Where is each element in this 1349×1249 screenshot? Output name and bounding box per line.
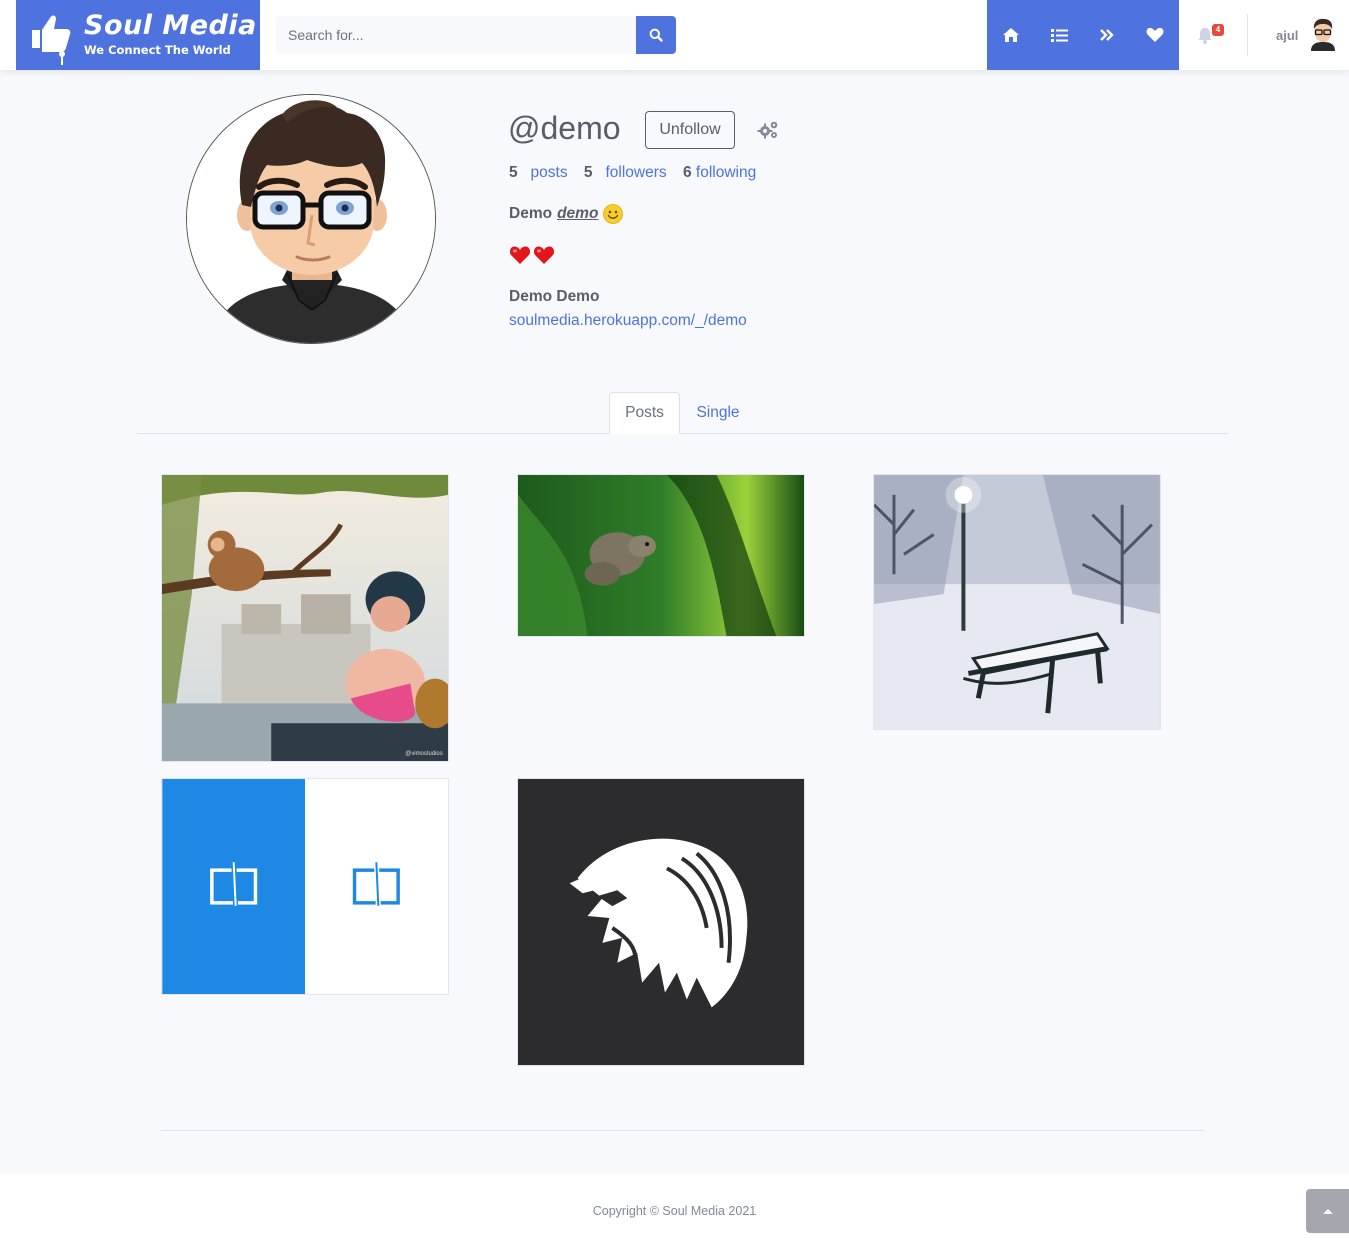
heart-emoji-icon	[509, 246, 531, 264]
heart-emoji-icon	[533, 246, 555, 264]
notifications-button[interactable]: 4	[1193, 22, 1224, 50]
following-link[interactable]: following	[696, 164, 756, 181]
bell-icon	[1198, 28, 1212, 44]
nav-explore[interactable]	[1083, 0, 1131, 70]
copyright-text: Copyright © Soul Media 2021	[592, 1204, 757, 1218]
bio-handle: demo	[557, 205, 599, 222]
post-image-snowy-park	[874, 475, 1160, 729]
list-icon	[1050, 28, 1068, 42]
stat-followers[interactable]: 5 followers	[584, 164, 667, 182]
user-avatar[interactable]	[1307, 17, 1339, 51]
post-thumbnail[interactable]	[517, 778, 805, 1066]
profile-website-link[interactable]: soulmedia.herokuapp.com/_/demo	[509, 312, 747, 330]
double-angle-right-icon	[1100, 29, 1114, 41]
posts-link[interactable]: posts	[531, 164, 568, 181]
profile-full-name: Demo Demo	[509, 288, 600, 305]
post-image-monkey-deity: @vimostudios	[162, 475, 448, 761]
nav-list[interactable]	[1035, 0, 1083, 70]
main-nav	[987, 0, 1179, 70]
user-name[interactable]: ajul	[1276, 28, 1298, 43]
profile-avatar	[186, 94, 436, 344]
profile-stats: 5 posts 5 followers 6 following	[509, 164, 768, 182]
post-image-squirrel	[518, 475, 804, 636]
scroll-to-top-button[interactable]	[1306, 1189, 1349, 1233]
stat-posts[interactable]: 5 posts	[509, 164, 568, 182]
posts-count: 5	[509, 164, 518, 181]
tab-posts[interactable]: Posts	[609, 392, 680, 434]
heart-icon	[1146, 27, 1164, 42]
stat-following[interactable]: 6 following	[683, 164, 756, 182]
brand-tagline: We Connect The World	[84, 43, 231, 57]
tab-single[interactable]: Single	[680, 392, 756, 434]
home-icon	[1003, 28, 1019, 42]
unfollow-button[interactable]: Unfollow	[645, 111, 735, 149]
nav-home[interactable]	[987, 0, 1035, 70]
following-count: 6	[682, 164, 692, 181]
content-divider	[161, 1130, 1205, 1131]
post-thumbnail[interactable]	[517, 474, 805, 637]
footer: Copyright © Soul Media 2021	[0, 1173, 1349, 1249]
search-input[interactable]	[276, 16, 636, 54]
smiley-icon	[603, 204, 624, 224]
cogs-icon[interactable]	[757, 120, 779, 140]
post-thumbnail[interactable]: @vimostudios	[161, 474, 449, 762]
thumbs-up-logo-icon	[32, 15, 71, 65]
nav-likes[interactable]	[1131, 0, 1179, 70]
bio-hearts	[509, 245, 555, 265]
post-image-book-logo	[162, 779, 448, 994]
profile-bio: Demo demo	[509, 204, 624, 224]
brand-title: Soul Media	[84, 10, 257, 41]
angle-up-icon	[1322, 1209, 1333, 1214]
notification-count-badge: 4	[1212, 24, 1224, 36]
search-form	[276, 16, 676, 54]
bio-name: Demo	[509, 205, 553, 222]
search-button[interactable]	[636, 16, 676, 54]
brand-logo-link[interactable]: Soul Media We Connect The World	[16, 0, 260, 70]
profile-username: @demo	[508, 110, 621, 146]
post-thumbnail[interactable]	[873, 474, 1161, 730]
search-icon	[649, 28, 663, 42]
topbar: Soul Media We Connect The World Search f…	[0, 0, 1349, 70]
followers-count: 5	[583, 164, 593, 181]
topbar-divider	[1247, 14, 1248, 56]
post-image-lion	[518, 779, 804, 1065]
post-thumbnail[interactable]	[161, 778, 449, 995]
profile-avatar-illustration	[187, 95, 435, 343]
post-watermark: @vimostudios	[405, 751, 442, 757]
followers-link[interactable]: followers	[605, 164, 666, 181]
